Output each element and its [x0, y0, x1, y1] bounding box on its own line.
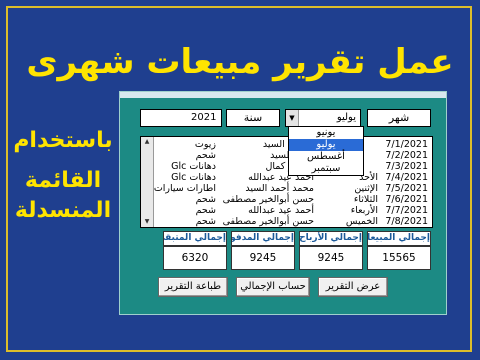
total-paid-label: إجمالي المدفوع: [231, 231, 295, 246]
row-day: الثلاثاء: [353, 194, 378, 205]
row-item: شحم: [195, 205, 216, 216]
row-item: دهانات Glc: [171, 172, 216, 183]
list-item[interactable]: 7/6/2021 الثلاثاء حسن أبوالخير مصطفى شحم: [154, 194, 432, 205]
print-report-button[interactable]: طباعة التقرير: [158, 277, 228, 297]
row-day: الأربعاء: [350, 205, 378, 216]
show-report-button[interactable]: عرض التقرير: [318, 277, 388, 297]
row-date: 7/1/2021: [385, 139, 428, 150]
total-remaining-label: إجمالي المتبقي: [163, 231, 227, 246]
row-name: أحمد عيد عبدالله: [248, 205, 314, 216]
total-remaining-field[interactable]: 6320: [163, 246, 227, 270]
row-item: شحم: [195, 194, 216, 205]
side-caption-line-2: القائمة: [24, 168, 102, 193]
thumbnail-background: عمل تقرير مبيعات شهرى باستخدام القائمة ا…: [0, 0, 480, 360]
side-caption-line-3: المنسدلة: [14, 198, 112, 223]
row-date: 7/2/2021: [385, 150, 428, 161]
total-sales-field[interactable]: 15565: [367, 246, 431, 270]
row-name: حسن أبوالخير مصطفى: [222, 216, 314, 227]
month-combobox-value: يوليو: [336, 112, 356, 123]
records-listbox[interactable]: ▲ ▼ 7/1/2021 د أحمد السيد زيوت 7/2/2021 …: [140, 136, 433, 228]
dropdown-option-selected[interactable]: يوليو: [289, 139, 363, 151]
year-label: سنة: [226, 109, 280, 127]
row-item: شحم: [195, 216, 216, 227]
total-profit-label: إجمالي الأرباح: [299, 231, 363, 246]
total-paid-field[interactable]: 9245: [231, 246, 295, 270]
total-profit-field[interactable]: 9245: [299, 246, 363, 270]
row-item: اطارات سيارات: [153, 183, 216, 194]
year-combobox[interactable]: 2021: [140, 109, 222, 127]
scroll-down-icon[interactable]: ▼: [141, 217, 153, 227]
month-label: شهر: [367, 109, 431, 127]
side-caption-line-1: باستخدام: [13, 128, 113, 153]
list-scrollbar[interactable]: ▲ ▼: [141, 137, 154, 227]
page-title: عمل تقرير مبيعات شهرى: [26, 42, 454, 82]
userform-titlebar: [120, 92, 446, 98]
month-combobox[interactable]: ▼ يوليو: [285, 109, 361, 127]
row-name: حسن أبوالخير مصطفى: [222, 194, 314, 205]
row-item: شحم: [195, 150, 216, 161]
row-name: محمد أحمد السيد: [245, 183, 314, 194]
row-item: دهانات Glc: [171, 161, 216, 172]
list-item[interactable]: 7/5/2021 الإثنين محمد أحمد السيد اطارات …: [154, 183, 432, 194]
scroll-up-icon[interactable]: ▲: [141, 137, 153, 147]
dropdown-option[interactable]: أغسطس: [289, 151, 363, 163]
year-combobox-value: 2021: [191, 112, 217, 123]
calc-total-button[interactable]: حساب الإجمالي: [236, 277, 310, 297]
dropdown-option[interactable]: يونيو: [289, 127, 363, 139]
total-sales-label: إجمالي المبيعات: [367, 231, 431, 246]
list-item[interactable]: 7/8/2021 الخميس حسن أبوالخير مصطفى شحم: [154, 216, 432, 227]
row-item: زيوت: [194, 139, 216, 150]
month-dropdown-list[interactable]: يونيو يوليو أغسطس سبتمبر: [288, 126, 364, 176]
list-item[interactable]: 7/7/2021 الأربعاء أحمد عيد عبدالله شحم: [154, 205, 432, 216]
dropdown-option[interactable]: سبتمبر: [289, 163, 363, 175]
chevron-down-icon[interactable]: ▼: [286, 110, 299, 126]
row-date: 7/3/2021: [385, 161, 428, 172]
row-day: الإثنين: [354, 183, 378, 194]
row-day: الخميس: [345, 216, 378, 227]
